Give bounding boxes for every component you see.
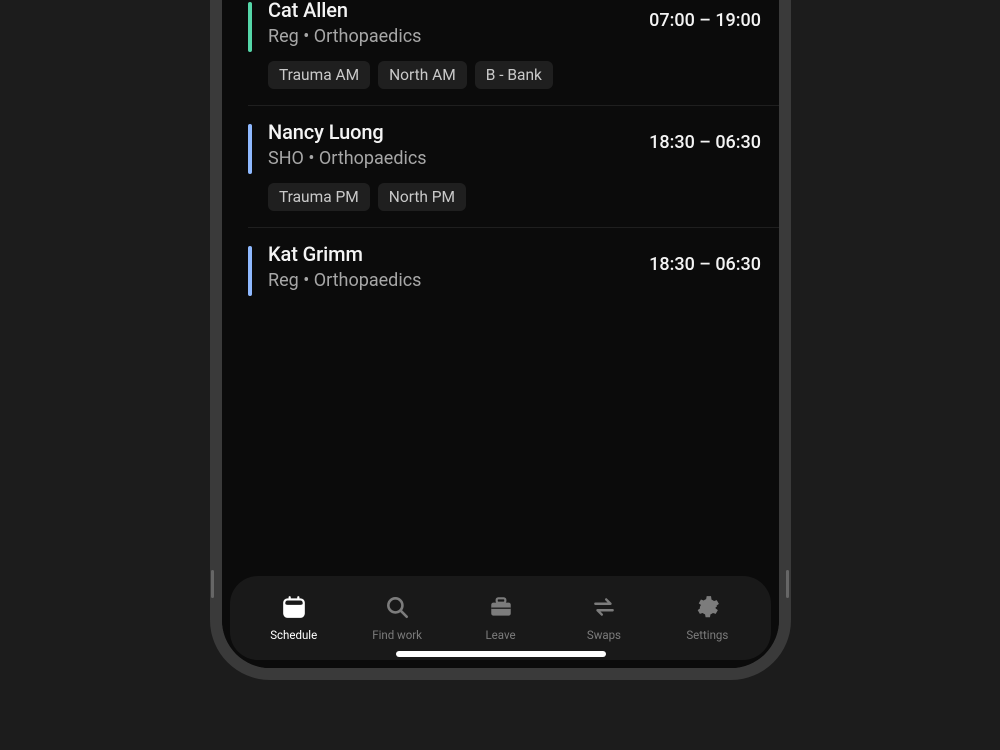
shift-time: 07:00 – 19:00 (649, 0, 761, 31)
shift-tag: Trauma PM (268, 183, 370, 211)
shift-tags: Trauma PM North PM (248, 183, 761, 211)
tab-find-work[interactable]: Find work (345, 594, 448, 642)
swap-icon (591, 594, 617, 624)
shift-tag: North PM (378, 183, 466, 211)
shift-role: Reg • Orthopaedics (268, 270, 421, 291)
tab-label: Find work (372, 628, 422, 642)
tab-label: Swaps (587, 628, 621, 642)
shift-accent (248, 124, 252, 174)
shift-role: Reg • Orthopaedics (268, 26, 421, 47)
tab-label: Schedule (270, 628, 317, 642)
tab-label: Settings (686, 628, 728, 642)
phone-frame: SHO • Orthopaedics North AM TUE 17 OCT (… (210, 0, 791, 680)
tab-bar: Schedule Find work Leave Swaps (230, 576, 771, 660)
search-icon (384, 594, 410, 624)
schedule-list[interactable]: SHO • Orthopaedics North AM TUE 17 OCT (… (222, 0, 779, 576)
shift-name: Kat Grimm (268, 242, 421, 266)
tab-schedule[interactable]: Schedule (242, 594, 345, 642)
shift-time: 18:30 – 06:30 (649, 120, 761, 153)
tab-leave[interactable]: Leave (449, 594, 552, 642)
shift-card[interactable]: Kat Grimm Reg • Orthopaedics 18:30 – 06:… (222, 228, 779, 291)
shift-name: Cat Allen (268, 0, 421, 22)
shift-accent (248, 246, 252, 296)
shift-time: 18:30 – 06:30 (649, 242, 761, 275)
home-indicator[interactable] (396, 651, 606, 657)
shift-card[interactable]: Cat Allen Reg • Orthopaedics 07:00 – 19:… (222, 0, 779, 105)
tab-swaps[interactable]: Swaps (552, 594, 655, 642)
shift-role: SHO • Orthopaedics (268, 148, 427, 169)
shift-name: Nancy Luong (268, 120, 427, 144)
shift-accent (248, 2, 252, 52)
briefcase-icon (488, 594, 514, 624)
tab-settings[interactable]: Settings (656, 594, 759, 642)
gear-icon (694, 594, 720, 624)
tab-label: Leave (485, 628, 515, 642)
shift-card[interactable]: Nancy Luong SHO • Orthopaedics 18:30 – 0… (222, 106, 779, 227)
shift-tag: Trauma AM (268, 61, 370, 89)
app-screen: SHO • Orthopaedics North AM TUE 17 OCT (… (222, 0, 779, 668)
calendar-icon (281, 594, 307, 624)
shift-tag: North AM (378, 61, 467, 89)
shift-tag: B - Bank (475, 61, 553, 89)
side-button (211, 570, 214, 598)
shift-tags: Trauma AM North AM B - Bank (248, 61, 761, 89)
side-button (786, 570, 789, 598)
